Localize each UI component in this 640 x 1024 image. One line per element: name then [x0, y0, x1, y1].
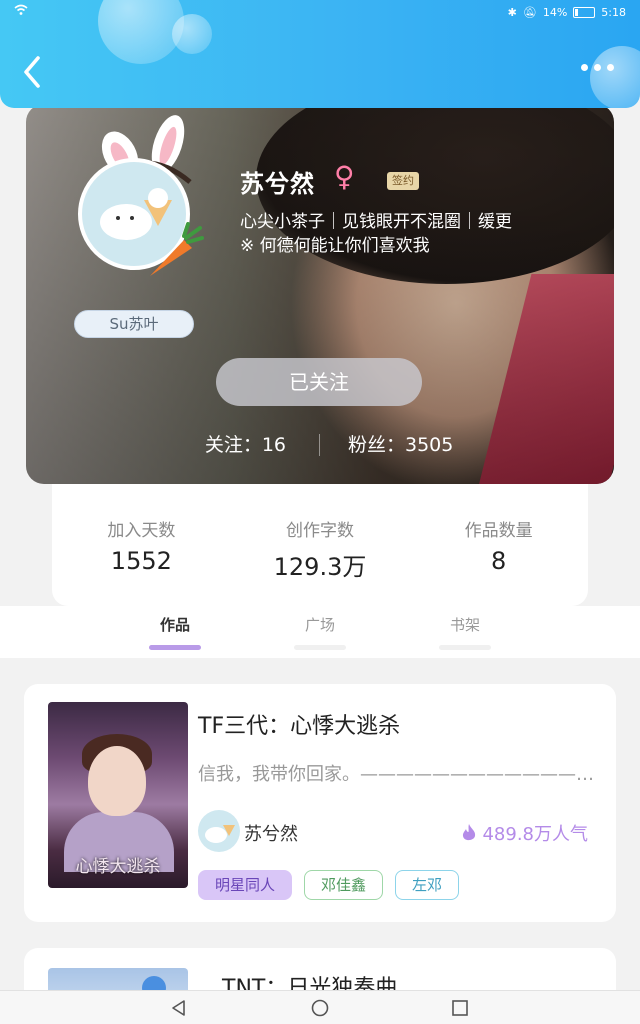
stat-value: 129.3万: [273, 553, 367, 581]
stat-label: 作品数量: [464, 521, 533, 541]
profile-card: Su苏叶 苏兮然 ♀ 签约 心尖小茶子｜见钱眼开不混圈｜缓更 ※ 何德何能让你们…: [26, 104, 614, 484]
stat-days-joined: 加入天数 1552: [52, 484, 231, 606]
bio-line: 心尖小茶子｜见钱眼开不混圈｜缓更: [240, 212, 512, 232]
tab-bookshelf[interactable]: 书架: [420, 614, 510, 650]
top-header: ✱ 🔕︎ 14% 5:18: [0, 0, 640, 108]
stat-value: 8: [491, 547, 507, 575]
carrot-icon: [150, 222, 204, 276]
more-dot-icon: [581, 64, 588, 71]
cat-avatar-icon: [205, 825, 235, 843]
author-stats-card: 加入天数 1552 创作字数 129.3万 作品数量 8: [52, 484, 588, 606]
profile-tabs: 作品 广场 书架: [0, 606, 640, 658]
stat-value: 1552: [110, 547, 172, 575]
tag[interactable]: 邓佳鑫: [304, 870, 384, 900]
stat-work-count: 作品数量 8: [409, 484, 588, 606]
cover-figure-face: [88, 746, 146, 816]
tab-indicator: [439, 645, 491, 650]
system-nav-bar: [0, 990, 640, 1024]
signed-badge: 签约: [387, 172, 419, 190]
nav-recents-icon[interactable]: [449, 997, 471, 1019]
nav-home-icon[interactable]: [309, 997, 331, 1019]
tab-works[interactable]: 作品: [130, 614, 220, 650]
decor-bubble: [590, 46, 640, 108]
profile-name: 苏兮然: [240, 170, 315, 198]
tab-label: 广场: [304, 616, 335, 634]
tab-indicator: [294, 645, 346, 650]
more-options-button[interactable]: [581, 64, 614, 71]
tab-label: 作品: [159, 616, 190, 634]
tag[interactable]: 左邓: [395, 870, 460, 900]
following-count[interactable]: 关注：16: [205, 430, 286, 457]
popularity-value: 489.8万人气: [482, 824, 588, 845]
work-description: 信我，我带你回家。——————————————: [198, 764, 594, 785]
following-button[interactable]: 已关注: [216, 358, 422, 406]
author-name[interactable]: 苏兮然: [244, 820, 298, 846]
follow-stats: 关注：16 粉丝：3505: [26, 430, 614, 460]
stat-label: 创作字数: [286, 521, 354, 541]
popularity: 489.8万人气: [461, 820, 588, 846]
chevron-left-icon: [24, 56, 40, 88]
more-dot-icon: [594, 64, 601, 71]
flame-icon: [462, 824, 475, 841]
nickname-pill: Su苏叶: [74, 310, 194, 338]
work-card[interactable]: 心悸大逃杀 TF三代：心悸大逃杀 信我，我带你回家。——————————————…: [24, 684, 616, 922]
bio-line: ※ 何德何能让你们喜欢我: [240, 236, 430, 256]
fans-count[interactable]: 粉丝：3505: [348, 430, 453, 457]
status-bar: ✱ 🔕︎ 14% 5:18: [0, 4, 640, 22]
tag[interactable]: 明星同人: [198, 870, 293, 900]
clock: 5:18: [601, 6, 626, 19]
female-icon: ♀: [334, 160, 355, 193]
tab-indicator: [149, 645, 201, 650]
stat-word-count: 创作字数 129.3万: [231, 484, 410, 606]
battery-percent: 14%: [542, 6, 568, 19]
more-dot-icon: [607, 64, 614, 71]
cover-title: 心悸大逃杀: [75, 857, 161, 877]
battery-icon: [573, 7, 596, 18]
wifi-icon: [14, 4, 28, 19]
work-title[interactable]: TF三代：心悸大逃杀: [198, 708, 400, 740]
stat-label: 加入天数: [107, 521, 176, 541]
mute-icon: 🔕︎: [522, 6, 537, 19]
profile-bio: 心尖小茶子｜见钱眼开不混圈｜缓更 ※ 何德何能让你们喜欢我: [240, 210, 580, 258]
nav-back-icon[interactable]: [168, 997, 190, 1019]
tab-label: 书架: [449, 616, 480, 634]
work-cover[interactable]: 心悸大逃杀: [48, 702, 188, 888]
divider: [319, 434, 320, 456]
author-avatar[interactable]: [198, 810, 240, 852]
tag-list: 明星同人 邓佳鑫 左邓: [198, 870, 460, 900]
bluetooth-icon: ✱: [507, 6, 517, 19]
tab-square[interactable]: 广场: [275, 614, 365, 650]
back-button[interactable]: [18, 54, 48, 90]
